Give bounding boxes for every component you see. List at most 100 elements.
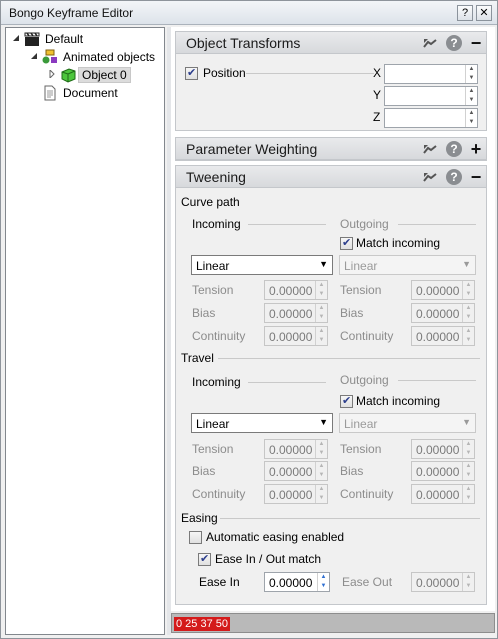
curve-outgoing-combo[interactable]: Linear ▼ bbox=[339, 255, 476, 275]
reset-arrow-icon[interactable] bbox=[422, 169, 438, 185]
position-label: Position bbox=[203, 66, 246, 80]
travel-out-tension-input[interactable]: 0.00000 ▲ ▼ bbox=[411, 439, 475, 459]
position-checkbox[interactable] bbox=[185, 66, 198, 80]
curve-outgoing-label: Outgoing bbox=[340, 217, 389, 231]
reset-arrow-icon[interactable] bbox=[422, 141, 438, 157]
divider bbox=[218, 358, 480, 359]
travel-match-incoming-label: Match incoming bbox=[356, 394, 441, 408]
tree-item-object-0[interactable]: Object 0 bbox=[48, 66, 164, 84]
travel-out-bias-input[interactable]: 0.00000 ▲ ▼ bbox=[411, 461, 475, 481]
animated-objects-icon bbox=[42, 49, 57, 64]
title-bar: Bongo Keyframe Editor ? ✕ bbox=[1, 1, 497, 25]
tree-item-animated-objects[interactable]: Animated objects bbox=[30, 48, 164, 66]
object-transforms-section: Object Transforms ? − Position X Y Z ▲▼ … bbox=[175, 31, 487, 131]
x-input[interactable]: ▲ ▼ bbox=[384, 64, 478, 84]
tree-item-label: Document bbox=[63, 86, 118, 100]
collapse-section-icon[interactable]: − bbox=[468, 34, 484, 52]
close-button[interactable]: ✕ bbox=[476, 5, 492, 21]
travel-outgoing-combo[interactable]: Linear ▼ bbox=[339, 413, 476, 433]
y-label: Y bbox=[373, 88, 382, 102]
reset-arrow-icon[interactable] bbox=[422, 35, 438, 51]
green-cube-icon bbox=[61, 68, 76, 83]
curve-incoming-combo[interactable]: Linear ▼ bbox=[191, 255, 333, 275]
help-icon[interactable]: ? bbox=[446, 169, 462, 185]
travel-in-bias-label: Bias bbox=[192, 464, 216, 478]
automatic-easing-label: Automatic easing enabled bbox=[206, 530, 345, 544]
travel-match-incoming-checkbox[interactable] bbox=[340, 394, 353, 408]
automatic-easing-checkbox[interactable] bbox=[189, 531, 202, 544]
divider bbox=[248, 382, 326, 383]
ease-in-input[interactable]: 0.00000 ▲ ▼ bbox=[264, 572, 330, 592]
parameter-weighting-section: Parameter Weighting ? + bbox=[175, 137, 487, 161]
travel-incoming-combo[interactable]: Linear ▼ bbox=[191, 413, 333, 433]
ease-match-checkbox[interactable] bbox=[198, 552, 211, 566]
section-header[interactable]: Object Transforms ? − bbox=[176, 32, 486, 54]
travel-out-continuity-label: Continuity bbox=[340, 487, 394, 501]
section-title: Object Transforms bbox=[186, 35, 301, 51]
curve-incoming-label: Incoming bbox=[192, 217, 241, 231]
keyframe-editor-window: Bongo Keyframe Editor ? ✕ Default Animat… bbox=[0, 0, 498, 639]
divider bbox=[398, 224, 476, 225]
curve-out-tension-label: Tension bbox=[340, 283, 382, 297]
curve-in-continuity-label: Continuity bbox=[192, 329, 246, 343]
ease-match-label: Ease In / Out match bbox=[215, 552, 322, 566]
travel-in-tension-label: Tension bbox=[192, 442, 234, 456]
object-tree[interactable]: Default Animated objects Object 0 Docume… bbox=[5, 27, 165, 635]
travel-out-continuity-input[interactable]: 0.00000 ▲ ▼ bbox=[411, 484, 475, 504]
curve-out-continuity-label: Continuity bbox=[340, 329, 394, 343]
tree-item-document[interactable]: Document bbox=[30, 84, 164, 102]
ease-out-input[interactable]: 0.00000 ▲ ▼ bbox=[411, 572, 475, 592]
curve-in-bias-label: Bias bbox=[192, 306, 216, 320]
z-input[interactable]: ▲ ▼ bbox=[384, 108, 478, 128]
clapperboard-icon bbox=[24, 32, 40, 46]
divider bbox=[220, 518, 480, 519]
ease-out-label: Ease Out bbox=[342, 575, 393, 589]
tree-item-label: Animated objects bbox=[63, 50, 156, 64]
tweening-section: Tweening ? − Curve path Incoming Outgoin… bbox=[175, 165, 487, 605]
divider bbox=[248, 224, 326, 225]
timeline-bar[interactable]: 0 25 37 50 bbox=[171, 613, 495, 633]
keyframe-badge[interactable]: 0 25 37 50 bbox=[174, 617, 230, 631]
curve-in-bias-input[interactable]: 0.00000 ▲ ▼ bbox=[264, 303, 328, 323]
travel-in-continuity-input[interactable]: 0.00000 ▲ ▼ bbox=[264, 484, 328, 504]
divider bbox=[246, 73, 374, 74]
curve-in-continuity-input[interactable]: 0.00000 ▲ ▼ bbox=[264, 326, 328, 346]
help-icon[interactable]: ? bbox=[446, 35, 462, 51]
ease-in-label: Ease In bbox=[199, 575, 240, 589]
tree-item-label: Object 0 bbox=[78, 67, 131, 83]
section-header[interactable]: Tweening ? − bbox=[176, 166, 486, 188]
travel-incoming-label: Incoming bbox=[192, 375, 241, 389]
collapse-section-icon[interactable]: − bbox=[468, 168, 484, 186]
curve-out-tension-input[interactable]: 0.00000 ▲ ▼ bbox=[411, 280, 475, 300]
help-button[interactable]: ? bbox=[457, 5, 473, 21]
curve-match-incoming-label: Match incoming bbox=[356, 236, 441, 250]
section-header[interactable]: Parameter Weighting ? + bbox=[176, 138, 486, 160]
divider bbox=[398, 380, 476, 381]
curve-match-incoming-checkbox[interactable] bbox=[340, 236, 353, 250]
curve-in-tension-input[interactable]: 0.00000 ▲ ▼ bbox=[264, 280, 328, 300]
curve-out-continuity-input[interactable]: 0.00000 ▲ ▼ bbox=[411, 326, 475, 346]
travel-out-tension-label: Tension bbox=[340, 442, 382, 456]
expand-icon[interactable] bbox=[48, 70, 56, 78]
collapse-icon[interactable] bbox=[12, 34, 20, 42]
curve-out-bias-label: Bias bbox=[340, 306, 364, 320]
easing-label: Easing bbox=[181, 511, 218, 525]
travel-outgoing-label: Outgoing bbox=[340, 373, 389, 387]
curve-out-bias-input[interactable]: 0.00000 ▲ ▼ bbox=[411, 303, 475, 323]
travel-in-continuity-label: Continuity bbox=[192, 487, 246, 501]
travel-in-bias-input[interactable]: 0.00000 ▲ ▼ bbox=[264, 461, 328, 481]
tree-item-default[interactable]: Default bbox=[12, 30, 162, 48]
expand-section-icon[interactable]: + bbox=[468, 140, 484, 158]
section-title: Tweening bbox=[186, 169, 246, 185]
section-title: Parameter Weighting bbox=[186, 141, 318, 157]
travel-out-bias-label: Bias bbox=[340, 464, 364, 478]
help-icon[interactable]: ? bbox=[446, 141, 462, 157]
y-input[interactable]: ▲ ▼ bbox=[384, 86, 478, 106]
document-icon bbox=[44, 85, 56, 101]
travel-label: Travel bbox=[181, 351, 214, 365]
z-label: Z bbox=[373, 110, 381, 124]
properties-panel[interactable]: Object Transforms ? − Position X Y Z ▲▼ … bbox=[171, 27, 495, 611]
travel-in-tension-input[interactable]: 0.00000 ▲ ▼ bbox=[264, 439, 328, 459]
collapse-icon[interactable] bbox=[30, 52, 38, 60]
tree-item-label: Default bbox=[45, 32, 84, 46]
